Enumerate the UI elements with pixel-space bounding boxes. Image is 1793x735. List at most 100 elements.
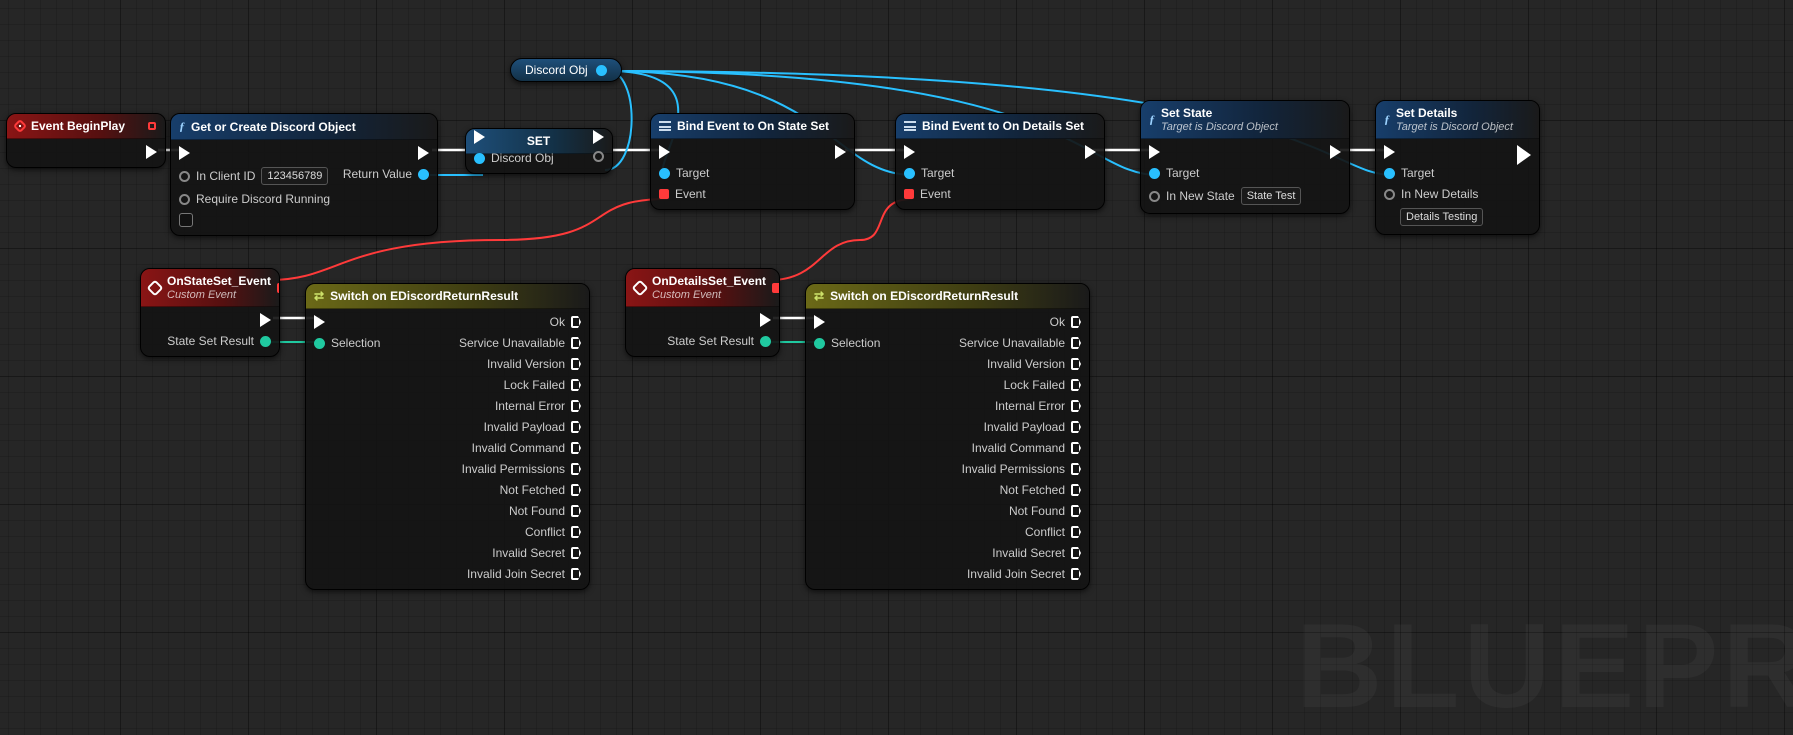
node-ondetailsset-event[interactable]: OnDetailsSet_Event Custom Event State Se…: [625, 268, 780, 357]
exec-in-pin[interactable]: [659, 145, 670, 159]
node-header[interactable]: OnDetailsSet_Event Custom Event: [626, 269, 779, 307]
node-bind-onstateset[interactable]: Bind Event to On State Set Target Event: [650, 113, 855, 210]
exec-out-pin[interactable]: [571, 463, 581, 475]
exec-in-pin[interactable]: [474, 130, 485, 144]
delegate-pin[interactable]: [148, 122, 156, 130]
input-pin-event[interactable]: [904, 189, 914, 199]
node-set-state[interactable]: ƒ Set State Target is Discord Object Tar…: [1140, 100, 1350, 214]
exec-in-pin[interactable]: [314, 315, 325, 329]
node-subtitle: Target is Discord Object: [1161, 121, 1278, 133]
input-pin-selection[interactable]: [314, 338, 325, 349]
exec-out-pin[interactable]: [571, 547, 581, 559]
input-pin-selection[interactable]: [814, 338, 825, 349]
input-pin-clientid[interactable]: [179, 171, 190, 182]
exec-out-pin[interactable]: [146, 145, 157, 159]
output-pin[interactable]: [596, 65, 607, 76]
exec-in-pin[interactable]: [1384, 145, 1395, 159]
exec-out-pin[interactable]: [418, 146, 429, 160]
node-switch-result-2[interactable]: ⇄ Switch on EDiscordReturnResult Selecti…: [805, 283, 1090, 590]
input-pin-target[interactable]: [659, 168, 670, 179]
delegate-pin[interactable]: [772, 283, 780, 293]
exec-out-pin[interactable]: [1071, 337, 1081, 349]
exec-out-pin[interactable]: [1071, 421, 1081, 433]
exec-out-pin[interactable]: [571, 505, 581, 517]
exec-out-pin[interactable]: [571, 337, 581, 349]
output-pin-result[interactable]: [260, 336, 271, 347]
output-pin-return[interactable]: [418, 169, 429, 180]
exec-in-pin[interactable]: [814, 315, 825, 329]
switch-case-label: Internal Error: [995, 399, 1065, 413]
switch-case-row: Service Unavailable: [959, 336, 1081, 350]
node-header[interactable]: ƒ Get or Create Discord Object: [171, 114, 437, 140]
input-pin-event[interactable]: [659, 189, 669, 199]
require-checkbox[interactable]: [179, 213, 193, 227]
delegate-pin[interactable]: [277, 283, 280, 293]
exec-out-pin[interactable]: [1071, 463, 1081, 475]
output-pin-result[interactable]: [760, 336, 771, 347]
node-header[interactable]: ƒ Set State Target is Discord Object: [1141, 101, 1349, 139]
exec-out-pin[interactable]: [1071, 358, 1081, 370]
node-header[interactable]: ⇄ Switch on EDiscordReturnResult: [806, 284, 1089, 309]
node-header[interactable]: Bind Event to On State Set: [651, 114, 854, 139]
exec-out-pin[interactable]: [1071, 547, 1081, 559]
node-header[interactable]: ⇄ Switch on EDiscordReturnResult: [306, 284, 589, 309]
exec-out-pin[interactable]: [571, 484, 581, 496]
exec-out-pin[interactable]: [1330, 145, 1341, 159]
exec-out-pin[interactable]: [1071, 442, 1081, 454]
input-pin-newdetails[interactable]: [1384, 189, 1395, 200]
exec-out-pin[interactable]: [571, 400, 581, 412]
node-switch-result-1[interactable]: ⇄ Switch on EDiscordReturnResult Selecti…: [305, 283, 590, 590]
exec-out-pin[interactable]: [1071, 568, 1081, 580]
param-value[interactable]: Details Testing: [1400, 208, 1483, 226]
exec-in-pin[interactable]: [179, 146, 190, 160]
node-event-beginplay[interactable]: Event BeginPlay: [6, 113, 166, 168]
variable-node-discord-obj[interactable]: Discord Obj: [510, 58, 622, 82]
exec-out-pin[interactable]: [571, 442, 581, 454]
switch-case-row: Invalid Permissions: [962, 462, 1081, 476]
exec-out-pin[interactable]: [1085, 145, 1096, 159]
clientid-label: In Client ID: [196, 169, 255, 183]
exec-in-pin[interactable]: [904, 145, 915, 159]
exec-out-pin[interactable]: [571, 526, 581, 538]
node-header[interactable]: OnStateSet_Event Custom Event: [141, 269, 279, 307]
exec-out-pin[interactable]: [835, 145, 846, 159]
exec-out-pin[interactable]: [1071, 400, 1081, 412]
exec-out-pin[interactable]: [1071, 316, 1081, 328]
exec-out-pin[interactable]: [593, 130, 604, 144]
output-pin-var[interactable]: [593, 151, 604, 162]
exec-out-pin[interactable]: [1071, 379, 1081, 391]
exec-out-pin[interactable]: [571, 568, 581, 580]
exec-out-pin[interactable]: [571, 421, 581, 433]
node-set-variable[interactable]: SET Discord Obj: [465, 128, 613, 174]
input-pin-require[interactable]: [179, 194, 190, 205]
list-icon: [904, 121, 916, 131]
exec-out-pin[interactable]: [1071, 526, 1081, 538]
exec-out-pin[interactable]: [571, 379, 581, 391]
input-pin-target[interactable]: [904, 168, 915, 179]
exec-out-pin[interactable]: [1071, 505, 1081, 517]
exec-out-pin[interactable]: [571, 316, 581, 328]
exec-out-pin[interactable]: [1517, 145, 1531, 165]
param-value[interactable]: State Test: [1241, 187, 1302, 205]
node-get-create-discord[interactable]: ƒ Get or Create Discord Object In Client…: [170, 113, 438, 236]
input-pin-newstate[interactable]: [1149, 191, 1160, 202]
input-pin-target[interactable]: [1149, 168, 1160, 179]
exec-out-pin[interactable]: [1071, 484, 1081, 496]
exec-in-pin[interactable]: [1149, 145, 1160, 159]
switch-case-label: Invalid Version: [987, 357, 1065, 371]
blueprint-canvas[interactable]: Discord Obj Event BeginPlay ƒ Get or Cre…: [0, 0, 1793, 715]
input-pin-target[interactable]: [1384, 168, 1395, 179]
node-header[interactable]: Event BeginPlay: [7, 114, 165, 139]
node-header[interactable]: Bind Event to On Details Set: [896, 114, 1104, 139]
node-onstateset-event[interactable]: OnStateSet_Event Custom Event State Set …: [140, 268, 280, 357]
switch-case-label: Invalid Secret: [492, 546, 565, 560]
exec-out-pin[interactable]: [760, 313, 771, 327]
input-pin-var[interactable]: [474, 153, 485, 164]
clientid-value[interactable]: 123456789: [261, 167, 328, 185]
switch-case-label: Lock Failed: [504, 378, 565, 392]
exec-out-pin[interactable]: [260, 313, 271, 327]
node-set-details[interactable]: ƒ Set Details Target is Discord Object T…: [1375, 100, 1540, 235]
exec-out-pin[interactable]: [571, 358, 581, 370]
node-bind-ondetailsset[interactable]: Bind Event to On Details Set Target Even…: [895, 113, 1105, 210]
node-header[interactable]: ƒ Set Details Target is Discord Object: [1376, 101, 1539, 139]
